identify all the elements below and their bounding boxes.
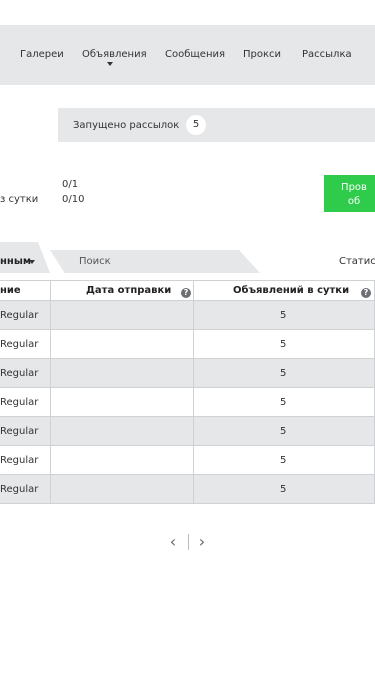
table-row[interactable]: Regular 5 [0, 330, 375, 359]
tab-statistics[interactable]: Статисти [339, 256, 375, 267]
column-divider [193, 280, 194, 504]
stat-value-per-day: 0/10 [62, 194, 85, 205]
nav-item-galleries[interactable]: Галереи [20, 49, 64, 60]
cell-name: Regular [0, 426, 39, 437]
cell-ads-per-day: 5 [280, 397, 287, 408]
table-row[interactable]: Regular 5 [0, 475, 375, 504]
stat-label-per-day: з сутки [0, 194, 39, 205]
column-divider [50, 280, 51, 504]
help-icon[interactable]: ? [361, 288, 371, 298]
table-row[interactable]: Regular 5 [0, 301, 375, 330]
cell-name: Regular [0, 397, 39, 408]
check-ads-button-line2: об [347, 195, 361, 207]
stat-value-1: 0/1 [62, 179, 79, 190]
table-header: ние Дата отправки ? Объявлений в сутки ? [0, 280, 375, 301]
cell-ads-per-day: 5 [280, 368, 287, 379]
column-header-ads-per-day[interactable]: Объявлений в сутки [233, 285, 349, 296]
cell-name: Regular [0, 455, 39, 466]
table-row[interactable]: Regular 5 [0, 446, 375, 475]
mailings-running-label: Запущено рассылок [73, 120, 180, 131]
cell-ads-per-day: 5 [280, 339, 287, 350]
chevron-left-icon[interactable]: ‹ [166, 533, 180, 551]
table-row[interactable]: Regular 5 [0, 359, 375, 388]
chevron-right-icon[interactable]: › [195, 533, 209, 551]
nav-item-mailing[interactable]: Рассылка [302, 49, 352, 60]
cell-name: Regular [0, 368, 39, 379]
pagination: ‹ › [166, 533, 210, 551]
tab-search-label: Поиск [79, 256, 111, 267]
cell-name: Regular [0, 310, 39, 321]
cell-ads-per-day: 5 [280, 484, 287, 495]
nav-item-proxy[interactable]: Прокси [243, 49, 281, 60]
cell-name: Regular [0, 484, 39, 495]
check-ads-button[interactable]: Пров об [324, 175, 375, 212]
column-header-name[interactable]: ние [0, 285, 21, 296]
tab-filter-label: нным [0, 256, 32, 267]
mailings-running-count-badge: 5 [186, 115, 206, 135]
top-nav: Галереи Объявления Сообщения Прокси Расс… [0, 25, 375, 85]
help-icon[interactable]: ? [181, 288, 191, 298]
pagination-divider [188, 534, 189, 550]
column-header-send-date[interactable]: Дата отправки [86, 285, 171, 296]
table-row[interactable]: Regular 5 [0, 417, 375, 446]
chevron-down-icon [29, 260, 35, 264]
cell-name: Regular [0, 339, 39, 350]
table-row[interactable]: Regular 5 [0, 388, 375, 417]
chevron-down-icon [107, 62, 113, 66]
check-ads-button-line1: Пров [341, 182, 367, 193]
nav-item-ads[interactable]: Объявления [82, 49, 147, 60]
cell-ads-per-day: 5 [280, 310, 287, 321]
nav-item-messages[interactable]: Сообщения [165, 49, 225, 60]
cell-ads-per-day: 5 [280, 455, 287, 466]
mailings-status-bar: Запущено рассылок 5 [58, 108, 375, 142]
cell-ads-per-day: 5 [280, 426, 287, 437]
